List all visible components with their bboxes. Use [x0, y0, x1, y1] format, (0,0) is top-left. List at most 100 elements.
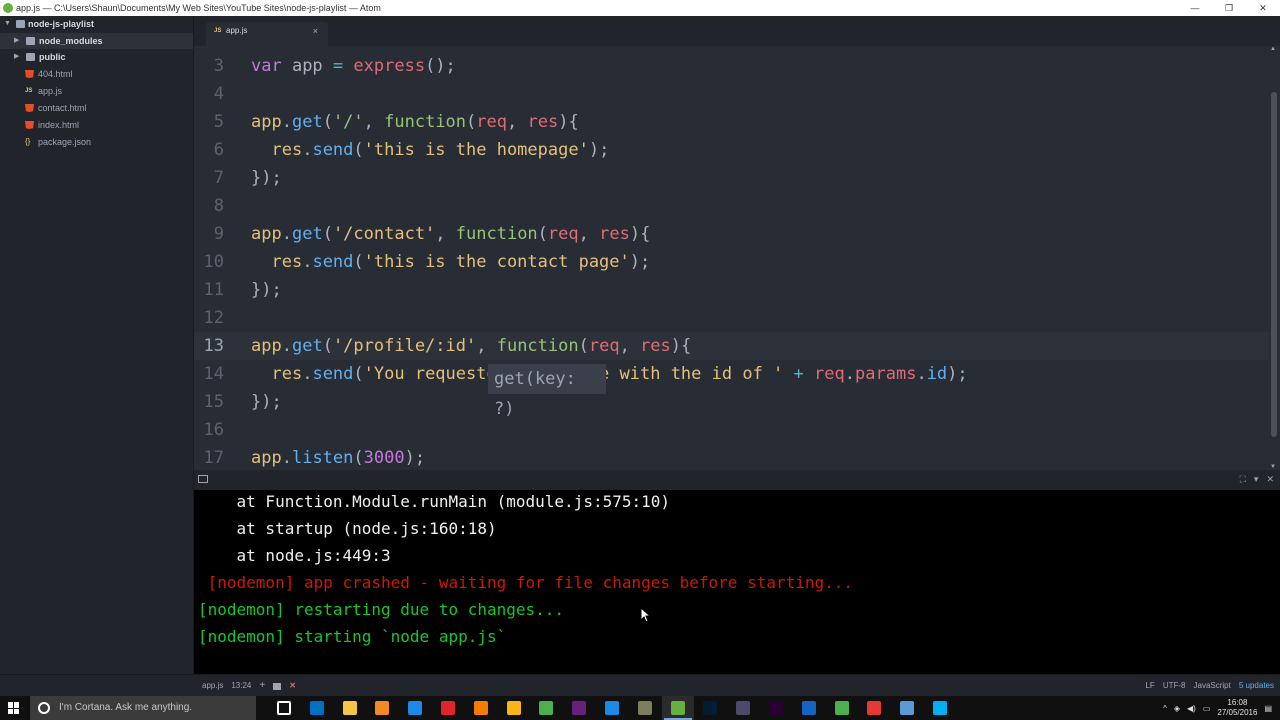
tree-item-node-modules[interactable]: ▶ node_modules	[0, 33, 193, 49]
html5-icon	[25, 121, 34, 129]
folder-icon	[26, 37, 35, 45]
status-line-ending[interactable]: LF	[1145, 675, 1154, 697]
close-window-button[interactable]: ✕	[1246, 0, 1280, 16]
taskbar-opera-icon[interactable]	[432, 696, 465, 720]
close-tab-icon[interactable]: ×	[313, 22, 318, 40]
line-number: 17	[203, 448, 224, 468]
maximize-button[interactable]: ❐	[1212, 0, 1246, 16]
terminal-panel[interactable]: at Function.Module.runMain (module.js:57…	[194, 490, 1280, 674]
status-encoding[interactable]: UTF-8	[1163, 675, 1186, 697]
system-tray: ^ ◈ ◀) ▭ 16:08 27/05/2016 ▤	[1163, 696, 1280, 720]
tree-item-package-json[interactable]: {} package.json	[0, 134, 193, 150]
taskbar-chrome-icon[interactable]	[530, 696, 563, 720]
status-cursor-position[interactable]: 13:24	[231, 675, 251, 697]
terminal-scrollbar[interactable]	[1268, 490, 1280, 674]
line-number: 9	[213, 224, 224, 244]
scrollbar-thumb[interactable]	[1271, 92, 1277, 437]
close-panel-icon[interactable]: ✕	[1266, 474, 1274, 485]
js-file-icon: JS	[25, 88, 33, 94]
tree-item-label: contact.html	[38, 103, 87, 113]
code-line: });	[251, 168, 282, 188]
status-grammar[interactable]: JavaScript	[1194, 675, 1231, 697]
volume-icon[interactable]: ◀)	[1187, 704, 1196, 713]
line-number: 3	[213, 56, 224, 76]
taskbar-chrome-canary-icon[interactable]	[498, 696, 531, 720]
taskbar-edge-icon[interactable]	[399, 696, 432, 720]
line-number: 10	[203, 252, 224, 272]
taskbar-file-explorer-icon[interactable]	[334, 696, 367, 720]
html5-icon	[25, 104, 34, 112]
taskbar-photoshop-icon[interactable]	[694, 696, 727, 720]
code-editor[interactable]: 3 4 5 6 7 8 9 10 11 12 13 14 15 16 17 va…	[194, 46, 1280, 470]
taskbar-skype-icon[interactable]	[924, 696, 957, 720]
taskbar-firefox-icon[interactable]	[465, 696, 498, 720]
scroll-up-icon[interactable]: ▲	[1270, 46, 1276, 52]
status-file-name[interactable]: app.js	[202, 675, 223, 697]
tab-bar: JS app.js ×	[194, 16, 1280, 46]
tree-root-label: node-js-playlist	[28, 19, 95, 29]
tree-root-folder[interactable]: ▼ node-js-playlist	[0, 16, 193, 32]
taskbar-outlook-icon[interactable]	[301, 696, 334, 720]
taskbar-clock[interactable]: 16:08 27/05/2016	[1217, 698, 1257, 718]
code-line: res.send('You requested a profile with t…	[271, 364, 968, 384]
taskbar-premiere-icon[interactable]	[760, 696, 793, 720]
folder-icon	[16, 20, 25, 28]
code-line: });	[251, 392, 282, 412]
tree-item-label: node_modules	[39, 36, 103, 46]
windows-start-icon[interactable]	[8, 702, 20, 714]
taskbar-app-generic-icon[interactable]	[596, 696, 629, 720]
taskbar-app-circle-icon[interactable]	[727, 696, 760, 720]
minimize-button[interactable]: —	[1178, 0, 1212, 16]
project-tree: ▼ node-js-playlist ▶ node_modules ▶ publ…	[0, 16, 194, 674]
tray-chevron-icon[interactable]: ^	[1163, 704, 1167, 713]
taskbar-task-view-icon[interactable]	[268, 696, 301, 720]
maximize-panel-icon[interactable]: ⛶	[1240, 474, 1246, 485]
minimize-panel-icon[interactable]: ▾	[1254, 474, 1259, 485]
cortana-icon	[38, 702, 50, 714]
terminal-line-error: [nodemon] app crashed - waiting for file…	[198, 573, 854, 592]
code-line: var app = express();	[251, 56, 456, 76]
folder-icon	[26, 53, 35, 61]
code-line: app.get('/contact', function(req, res){	[251, 224, 651, 244]
taskbar-app-red-icon[interactable]	[858, 696, 891, 720]
cortana-search-box[interactable]: I'm Cortana. Ask me anything.	[30, 696, 256, 720]
tree-item-label: app.js	[38, 86, 63, 96]
taskbar-app-blue-icon[interactable]	[891, 696, 924, 720]
tab-app-js[interactable]: JS app.js ×	[206, 22, 328, 46]
line-number: 6	[213, 140, 224, 160]
taskbar-media-player-icon[interactable]	[793, 696, 826, 720]
terminal-line: at Function.Module.runMain (module.js:57…	[198, 492, 671, 511]
new-terminal-icon[interactable]: +	[259, 675, 265, 697]
keyboard-icon[interactable]: ▭	[1203, 704, 1211, 713]
tree-item-index-html[interactable]: index.html	[0, 117, 193, 133]
taskbar-app-generic-2-icon[interactable]	[629, 696, 662, 720]
line-number: 8	[213, 196, 224, 216]
chevron-right-icon: ▶	[14, 37, 20, 44]
tree-item-label: package.json	[38, 137, 92, 147]
taskbar-atom-icon[interactable]	[661, 696, 695, 720]
network-icon[interactable]: ◈	[1174, 704, 1180, 713]
chevron-down-icon: ▼	[4, 20, 11, 27]
terminal-line-info: [nodemon] starting `node app.js`	[198, 627, 507, 646]
tree-item-public[interactable]: ▶ public	[0, 49, 193, 65]
status-updates-badge[interactable]: 5 updates	[1239, 675, 1274, 697]
close-terminal-icon[interactable]: ✕	[289, 675, 296, 697]
line-number: 12	[203, 308, 224, 328]
terminal-tab-icon[interactable]	[273, 683, 282, 690]
terminal-icon	[198, 475, 208, 483]
tree-item-app-js[interactable]: JS app.js	[0, 83, 193, 99]
terminal-line: at startup (node.js:160:18)	[198, 519, 497, 538]
line-number-active: 13	[203, 336, 224, 356]
taskbar-store-icon[interactable]	[366, 696, 399, 720]
editor-scrollbar[interactable]: ▲ ▼	[1268, 46, 1280, 470]
tree-item-404-html[interactable]: 404.html	[0, 66, 193, 82]
status-bar: app.js 13:24 + ✕ LF UTF-8 JavaScript 5 u…	[0, 674, 1280, 696]
taskbar-visual-studio-icon[interactable]	[563, 696, 596, 720]
notifications-icon[interactable]: ▤	[1264, 704, 1272, 713]
chevron-right-icon: ▶	[14, 53, 20, 60]
taskbar-maps-app-icon[interactable]	[826, 696, 859, 720]
taskbar-pinned-apps	[268, 696, 957, 720]
window-title: app.js — C:\Users\Shaun\Documents\My Web…	[16, 3, 381, 13]
tree-item-contact-html[interactable]: contact.html	[0, 100, 193, 116]
tree-item-label: index.html	[38, 120, 80, 130]
